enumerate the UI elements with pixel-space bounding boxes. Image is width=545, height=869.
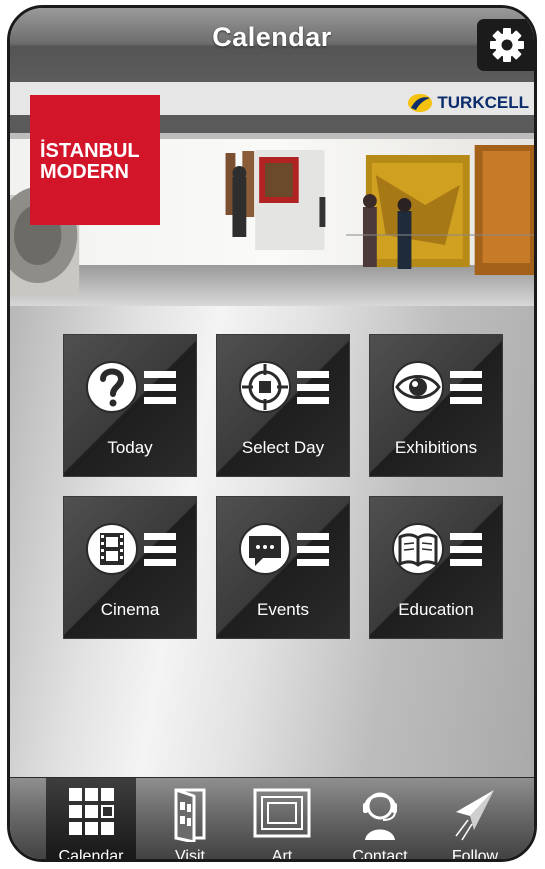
today-label: Today bbox=[107, 438, 153, 457]
page-title: Calendar bbox=[212, 22, 332, 52]
headset-icon bbox=[363, 792, 397, 840]
tab-calendar-label: Calendar bbox=[58, 848, 124, 862]
turkcell-label: TURKCELL bbox=[437, 93, 529, 112]
tab-contact[interactable]: Contact bbox=[336, 778, 424, 862]
select-day-label: Select Day bbox=[241, 438, 325, 457]
museum-banner: İSTANBUL MODERN TURKCELL bbox=[10, 82, 534, 306]
speech-bubble-list-icon bbox=[239, 523, 329, 575]
exhibitions-button[interactable]: Exhibitions bbox=[369, 334, 503, 477]
film-list-icon bbox=[86, 523, 176, 575]
grid-icon bbox=[69, 788, 114, 835]
education-button[interactable]: Education bbox=[369, 496, 503, 639]
events-button[interactable]: Events bbox=[216, 496, 350, 639]
title-bar: Calendar bbox=[10, 8, 534, 83]
tab-calendar[interactable]: Calendar bbox=[46, 778, 136, 862]
events-label: Events bbox=[257, 600, 309, 619]
cinema-button[interactable]: Cinema bbox=[63, 496, 197, 639]
tab-visit-label: Visit bbox=[175, 848, 205, 862]
tab-contact-label: Contact bbox=[352, 848, 408, 862]
gear-icon bbox=[490, 28, 524, 62]
turkcell-logo: TURKCELL bbox=[407, 92, 529, 114]
frame-icon bbox=[253, 788, 311, 838]
education-label: Education bbox=[398, 600, 474, 619]
exhibitions-label: Exhibitions bbox=[394, 438, 478, 457]
today-button[interactable]: Today bbox=[63, 334, 197, 477]
main-content: Today Select Day Exhibitions Cinema Even… bbox=[10, 306, 534, 778]
cinema-label: Cinema bbox=[100, 600, 160, 619]
select-day-button[interactable]: Select Day bbox=[216, 334, 350, 477]
paper-plane-icon bbox=[455, 790, 494, 841]
target-list-icon bbox=[239, 361, 329, 413]
turkcell-leaf-icon bbox=[408, 94, 433, 112]
door-icon bbox=[174, 788, 206, 842]
tab-art-label: Art bbox=[271, 848, 293, 862]
app-window: Calendar İSTANBUL MODERN TURKCELL Today … bbox=[7, 5, 537, 862]
tab-art[interactable]: Art bbox=[242, 778, 322, 862]
tab-follow[interactable]: Follow bbox=[434, 778, 516, 862]
question-list-icon bbox=[86, 361, 176, 413]
tab-bar: Calendar Visit Art Contact Follow bbox=[10, 777, 534, 862]
eye-list-icon bbox=[392, 361, 482, 413]
tab-follow-label: Follow bbox=[451, 848, 499, 862]
book-list-icon bbox=[392, 523, 482, 575]
istanbul-modern-logo: İSTANBUL MODERN bbox=[30, 95, 160, 225]
tab-visit[interactable]: Visit bbox=[150, 778, 230, 862]
settings-button[interactable] bbox=[477, 19, 534, 71]
